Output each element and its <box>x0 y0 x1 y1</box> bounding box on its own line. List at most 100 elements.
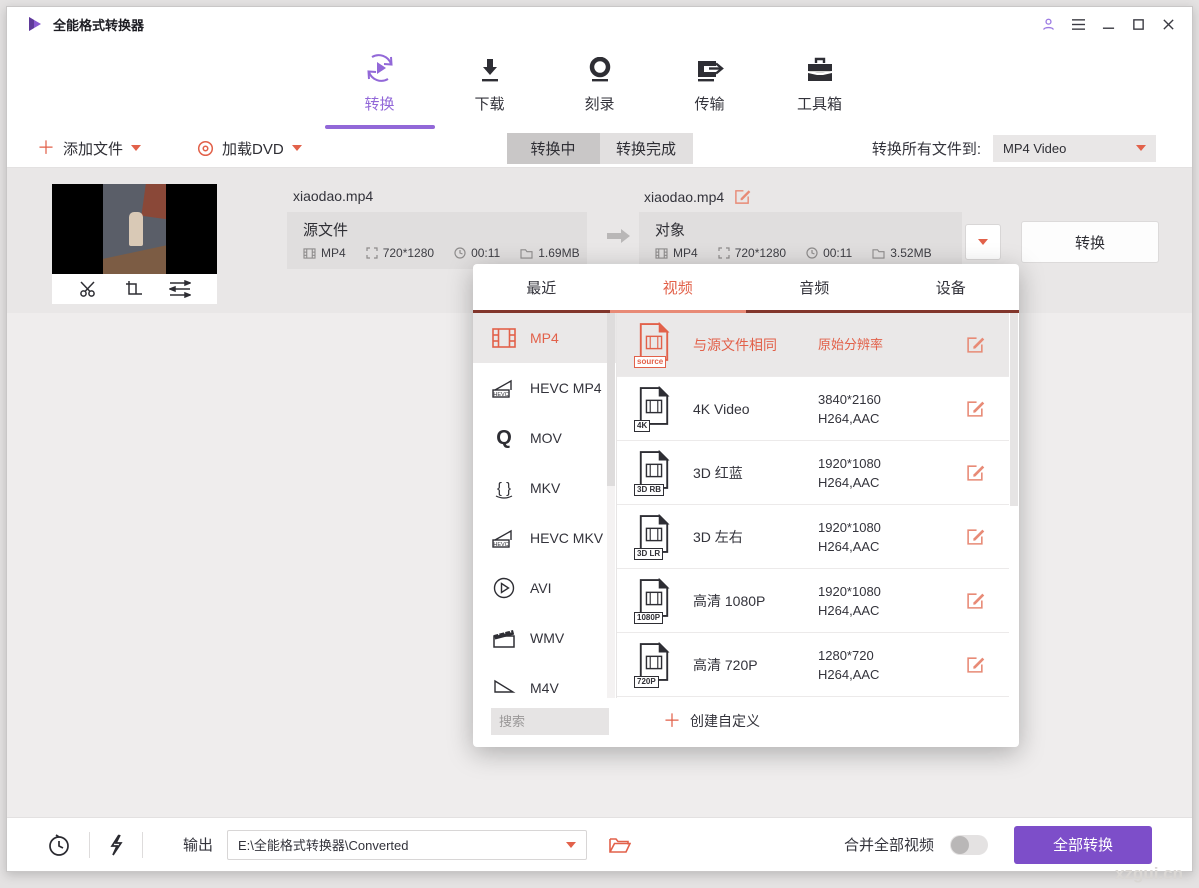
preset-spec2: H264,AAC <box>818 603 879 618</box>
format-label: HEVC MKV <box>530 530 603 546</box>
titlebar: 全能格式转换器 <box>7 7 1192 41</box>
preset-list-scrollbar[interactable] <box>1009 313 1019 698</box>
source-file-badge-icon: source <box>637 322 675 367</box>
preset-3d-left-right[interactable]: 3D LR 3D 左右 1920*1080H264,AAC <box>617 505 1019 569</box>
film-icon <box>303 248 316 259</box>
format-item-hevc-mkv[interactable]: HEVC HEVC MKV <box>473 513 616 563</box>
preset-4k-video[interactable]: 4K 4K Video 3840*2160H264,AAC <box>617 377 1019 441</box>
tab-converted[interactable]: 转换完成 <box>600 133 693 164</box>
output-path-value: E:\全能格式转换器\Converted <box>238 835 409 854</box>
format-item-mp4[interactable]: MP4 <box>473 313 616 363</box>
target-box-title: 对象 <box>655 219 946 240</box>
folder-icon <box>520 248 533 259</box>
minimize-icon[interactable] <box>1098 14 1118 34</box>
format-item-wmv[interactable]: WMV <box>473 613 616 663</box>
nav-tab-download[interactable]: 下载 <box>461 41 519 129</box>
disc-icon <box>197 140 214 157</box>
load-dvd-button[interactable]: 加载DVD <box>197 138 302 159</box>
maximize-icon[interactable] <box>1128 14 1148 34</box>
add-files-button[interactable]: ＋ 添加文件 <box>37 138 141 159</box>
nav-tab-toolbox[interactable]: 工具箱 <box>791 41 849 129</box>
crop-icon[interactable] <box>125 280 143 298</box>
format-item-m4v[interactable]: M4V <box>473 663 616 698</box>
nav-label-burn: 刻录 <box>584 93 614 114</box>
preset-badge: source <box>634 356 666 368</box>
film-icon <box>491 328 517 348</box>
preset-3d-red-blue[interactable]: 3D RB 3D 红蓝 1920*1080H264,AAC <box>617 441 1019 505</box>
output-path-select[interactable]: E:\全能格式转换器\Converted <box>227 830 587 860</box>
preset-spec2: H264,AAC <box>818 667 879 682</box>
schedule-clock-icon[interactable] <box>47 833 71 857</box>
divider <box>89 832 90 858</box>
open-output-folder-icon[interactable] <box>609 836 631 854</box>
add-files-label: 添加文件 <box>63 138 123 159</box>
user-account-icon[interactable] <box>1038 14 1058 34</box>
caret-down-icon <box>1136 145 1146 151</box>
nav-tab-convert[interactable]: 转换 <box>351 41 409 129</box>
source-size: 1.69MB <box>520 246 579 260</box>
tab-audio[interactable]: 音频 <box>746 264 883 310</box>
preset-badge: 4K <box>634 420 650 432</box>
close-icon[interactable] <box>1158 14 1178 34</box>
target-file-name: xiaodao.mp4 <box>644 189 724 205</box>
edit-preset-icon[interactable] <box>966 399 985 418</box>
plus-icon: ＋ <box>37 139 55 157</box>
caret-down-icon <box>292 145 302 151</box>
preset-list: source 与源文件相同 原始分辨率 4K 4K Video 3840*216… <box>617 313 1019 698</box>
tab-recent[interactable]: 最近 <box>473 264 610 310</box>
format-item-mkv[interactable]: { } MKV <box>473 463 616 513</box>
format-label: M4V <box>530 680 559 696</box>
edit-preset-icon[interactable] <box>966 463 985 482</box>
target-format-dropdown-button[interactable] <box>965 224 1001 260</box>
preset-spec2: H264,AAC <box>818 411 879 426</box>
bottom-bar: 输出 E:\全能格式转换器\Converted 合并全部视频 全部转换 <box>7 817 1192 871</box>
preset-badge: 3D LR <box>634 548 663 560</box>
tab-device[interactable]: 设备 <box>883 264 1020 310</box>
search-input[interactable] <box>491 708 609 735</box>
source-box-title: 源文件 <box>303 219 571 240</box>
rename-edit-icon[interactable] <box>734 188 751 205</box>
svg-text:{ }: { } <box>497 480 511 497</box>
edit-preset-icon[interactable] <box>966 591 985 610</box>
preset-hd-1080p[interactable]: 1080P 高清 1080P 1920*1080H264,AAC <box>617 569 1019 633</box>
clapperboard-icon <box>491 627 517 649</box>
preset-name: 高清 1080P <box>693 591 818 611</box>
edit-preset-icon[interactable] <box>966 655 985 674</box>
trim-scissors-icon[interactable] <box>79 280 99 298</box>
app-window: 全能格式转换器 转换 下载 刻录 传输 工具箱 <box>6 6 1193 872</box>
format-item-mov[interactable]: Q MOV <box>473 413 616 463</box>
menu-icon[interactable] <box>1068 14 1088 34</box>
nav-tab-transfer[interactable]: 传输 <box>681 41 739 129</box>
preset-name: 高清 720P <box>693 655 818 675</box>
merge-toggle[interactable] <box>950 835 988 855</box>
preset-spec1: 1920*1080 <box>818 584 881 599</box>
nav-tab-burn[interactable]: 刻录 <box>571 41 629 129</box>
output-format-select[interactable]: MP4 Video <box>993 135 1156 162</box>
watermark: xzgui.cn <box>1115 864 1183 884</box>
edit-preset-icon[interactable] <box>966 335 985 354</box>
preset-badge: 720P <box>634 676 659 688</box>
create-custom-button[interactable]: ＋ 创建自定义 <box>663 711 760 731</box>
convert-all-button[interactable]: 全部转换 <box>1014 826 1152 864</box>
video-thumbnail <box>52 184 217 304</box>
preset-hd-720p[interactable]: 720P 高清 720P 1280*720H264,AAC <box>617 633 1019 697</box>
tab-video[interactable]: 视频 <box>610 264 747 310</box>
play-circle-icon <box>491 577 517 599</box>
main-nav: 转换 下载 刻录 传输 工具箱 <box>7 41 1192 129</box>
tab-converting[interactable]: 转换中 <box>507 133 600 164</box>
edit-preset-icon[interactable] <box>966 527 985 546</box>
caret-down-icon <box>978 239 988 245</box>
preset-same-as-source[interactable]: source 与源文件相同 原始分辨率 <box>617 313 1019 377</box>
high-speed-bolt-icon[interactable] <box>108 833 124 857</box>
format-item-hevc-mp4[interactable]: HEVC HEVC MP4 <box>473 363 616 413</box>
target-size: 3.52MB <box>872 246 931 260</box>
format-item-avi[interactable]: AVI <box>473 563 616 613</box>
merge-all-label: 合并全部视频 <box>844 834 934 855</box>
720p-file-badge-icon: 720P <box>637 642 675 687</box>
format-list-scrollbar[interactable] <box>607 313 615 698</box>
plus-icon: ＋ <box>663 712 681 730</box>
format-label: MP4 <box>530 330 559 346</box>
target-resolution: 720*1280 <box>718 246 786 260</box>
convert-row-button[interactable]: 转换 <box>1021 221 1159 263</box>
effects-sliders-icon[interactable] <box>169 280 191 298</box>
